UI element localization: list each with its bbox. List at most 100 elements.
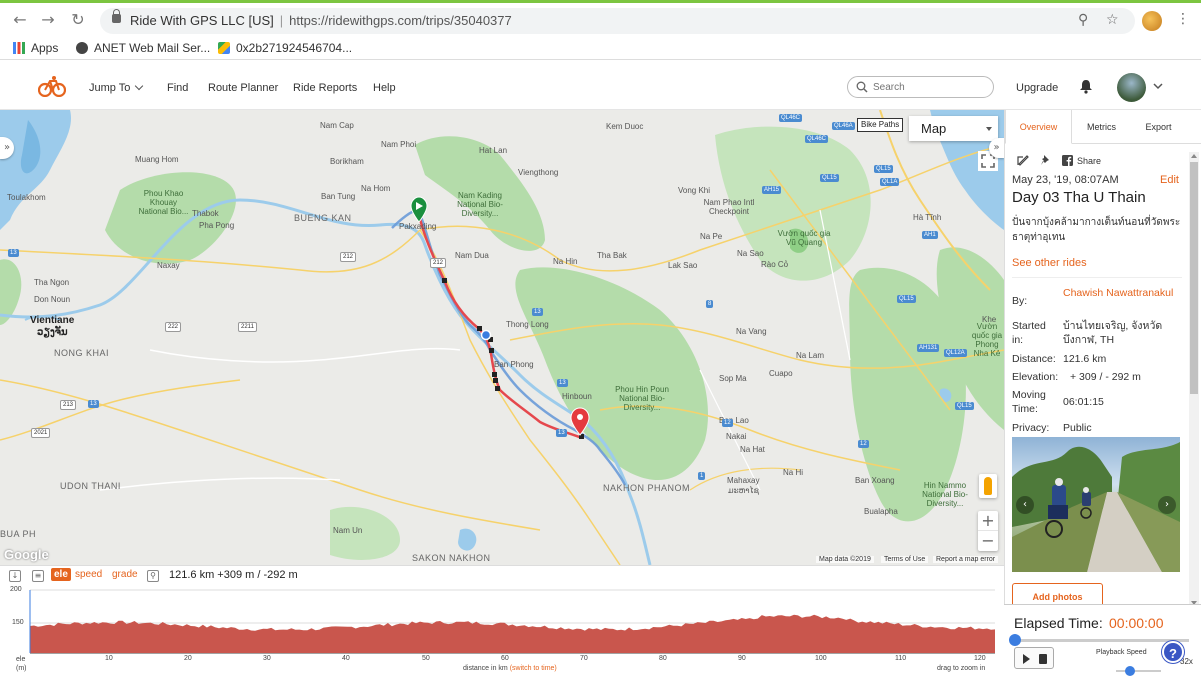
playback-progress-thumb[interactable] — [1009, 634, 1021, 646]
nav-help[interactable]: Help — [373, 82, 396, 94]
toggle-grade[interactable]: grade — [112, 569, 138, 580]
search-input[interactable] — [873, 80, 983, 94]
nav-find[interactable]: Find — [167, 82, 188, 94]
divider — [1012, 277, 1182, 278]
y-axis-label: ele — [16, 656, 26, 663]
tab-overview[interactable]: Overview — [1005, 110, 1072, 144]
help-question-icon[interactable]: ? — [1162, 641, 1184, 663]
search-icon — [856, 81, 868, 93]
user-avatar[interactable] — [1117, 73, 1146, 102]
chevron-down-icon[interactable] — [1153, 82, 1163, 90]
site-search[interactable] — [847, 76, 994, 98]
zoom-in-button[interactable]: + — [978, 511, 998, 531]
zoom-magnifier-icon[interactable]: ⚲ — [1078, 12, 1088, 28]
elevation-chart[interactable]: 200 150 ele (m) 10 20 30 40 50 60 70 80 … — [0, 585, 1004, 679]
x-tick-label: 100 — [815, 655, 827, 662]
upgrade-link[interactable]: Upgrade — [1016, 82, 1058, 94]
x-axis-caption: distance in km (switch to time) — [463, 665, 557, 672]
google-maps-icon — [218, 42, 230, 54]
url-text: https://ridewithgps.com/trips/35040377 — [289, 13, 512, 28]
road-shield: 222 — [165, 322, 182, 332]
nav-route-planner[interactable]: Route Planner — [208, 82, 278, 94]
map-label: Hat Lan — [479, 146, 508, 155]
map-label: Pakxading — [399, 222, 437, 231]
scrollbar-thumb[interactable] — [1190, 162, 1198, 394]
playback-speed-slider[interactable] — [1116, 670, 1161, 672]
road-shield: 12 — [722, 419, 733, 427]
bookmark-star-icon[interactable]: ☆ — [1106, 12, 1119, 28]
menu-lines-icon[interactable]: ≡ — [32, 570, 44, 582]
terms-of-use-link[interactable]: Terms of Use — [881, 556, 929, 563]
bike-paths-toggle[interactable]: Bike Paths — [857, 118, 904, 132]
lock-icon — [112, 9, 121, 23]
road-shield: 212 — [430, 258, 447, 268]
route-map[interactable]: Nam Cap Kem Duoc Nam Phoi Hat Lan Muang … — [0, 110, 1004, 565]
playback-speed-thumb[interactable] — [1125, 666, 1135, 676]
tab-metrics[interactable]: Metrics — [1072, 110, 1131, 144]
tab-export[interactable]: Export — [1131, 110, 1186, 144]
edit-pencil-icon[interactable] — [1017, 154, 1029, 166]
elapsed-time-label: Elapsed Time: — [1014, 615, 1103, 631]
playback-progress-slider[interactable] — [1014, 639, 1189, 642]
forward-icon[interactable]: → — [38, 10, 58, 30]
bookmark-anet-webmail[interactable]: ANET Web Mail Ser... — [76, 41, 210, 55]
map-label: Lak Sao — [668, 261, 698, 270]
bookmark-google-maps[interactable]: 0x2b271924546704... — [218, 41, 352, 55]
browser-profile-icon[interactable] — [1142, 11, 1162, 31]
edit-link[interactable]: Edit — [1160, 174, 1179, 186]
address-bar[interactable]: Ride With GPS LLC [US] | https://ridewithg… — [100, 8, 1135, 34]
zoom-magnifier-icon[interactable]: ⚲ — [147, 570, 159, 582]
report-map-error-link[interactable]: Report a map error — [933, 556, 999, 563]
switch-to-time-link[interactable]: (switch to time) — [510, 665, 557, 672]
map-label: ມະຫາໄຊ — [728, 486, 759, 495]
reload-icon[interactable]: ↻ — [68, 10, 88, 30]
detail-label-distance: Distance: — [1012, 353, 1056, 365]
zoom-out-button[interactable]: − — [978, 531, 998, 551]
x-tick-label: 110 — [895, 655, 907, 662]
map-label: Rào Cỏ — [761, 260, 789, 269]
rider-name-link[interactable]: Chawish Nawattranakul — [1063, 286, 1183, 300]
street-view-pegman-icon[interactable] — [979, 474, 997, 498]
collapse-sidebar-icon[interactable]: » — [989, 138, 1004, 158]
detail-label-privacy: Privacy: — [1012, 422, 1050, 434]
play-icon[interactable] — [1023, 654, 1030, 664]
see-other-rides-link[interactable]: See other rides — [1012, 257, 1087, 269]
ride-photo[interactable]: ‹ › — [1012, 437, 1180, 572]
stop-icon[interactable] — [1039, 654, 1047, 664]
map-data-attribution: Map data ©2019 — [816, 556, 874, 563]
road-shield: 212 — [340, 252, 357, 262]
y-axis-unit: (m) — [16, 665, 27, 672]
map-label: Naxay — [157, 261, 180, 270]
sidebar-scrollbar[interactable] — [1189, 152, 1199, 607]
map-label: Vườn quốc gia Phong Nha Kẻ — [971, 322, 1003, 358]
map-label: Vientiane — [30, 315, 75, 326]
pin-icon[interactable] — [1040, 154, 1052, 166]
map-label: SAKON NAKHON — [412, 553, 491, 563]
browser-menu-icon[interactable]: ⋮ — [1176, 11, 1190, 27]
map-type-select[interactable]: Map — [909, 116, 998, 141]
nav-jump-to[interactable]: Jump To — [89, 81, 144, 94]
scroll-up-icon[interactable] — [1191, 154, 1197, 158]
trip-date: May 23, '19, 08:07AM — [1012, 174, 1119, 186]
road-shield: QL15 — [955, 402, 974, 410]
toggle-elevation[interactable]: ele — [51, 568, 71, 581]
bell-icon[interactable] — [1079, 79, 1093, 94]
map-label: Viengthong — [518, 168, 559, 177]
map-canvas[interactable] — [0, 110, 1004, 565]
map-label: ວຽງຈັນ — [37, 327, 68, 338]
nav-ride-reports[interactable]: Ride Reports — [293, 82, 357, 94]
x-tick-label: 120 — [974, 655, 986, 662]
photo-next-icon[interactable]: › — [1158, 496, 1176, 514]
playback-controls — [1014, 647, 1054, 669]
road-shield: 13 — [88, 400, 99, 408]
back-icon[interactable]: ← — [10, 10, 30, 30]
download-arrow-icon[interactable]: ↓ — [9, 570, 21, 582]
toggle-speed[interactable]: speed — [75, 569, 102, 580]
ridewithgps-logo-icon[interactable] — [38, 75, 66, 97]
map-label: Tha Bak — [597, 251, 627, 260]
playback-panel: Elapsed Time: 00:00:00 Playback Speed 32… — [1004, 604, 1201, 679]
bookmark-apps[interactable]: Apps — [13, 41, 58, 55]
photo-prev-icon[interactable]: ‹ — [1016, 496, 1034, 514]
share-button[interactable]: Share — [1062, 155, 1101, 166]
apps-grid-icon — [13, 42, 25, 54]
